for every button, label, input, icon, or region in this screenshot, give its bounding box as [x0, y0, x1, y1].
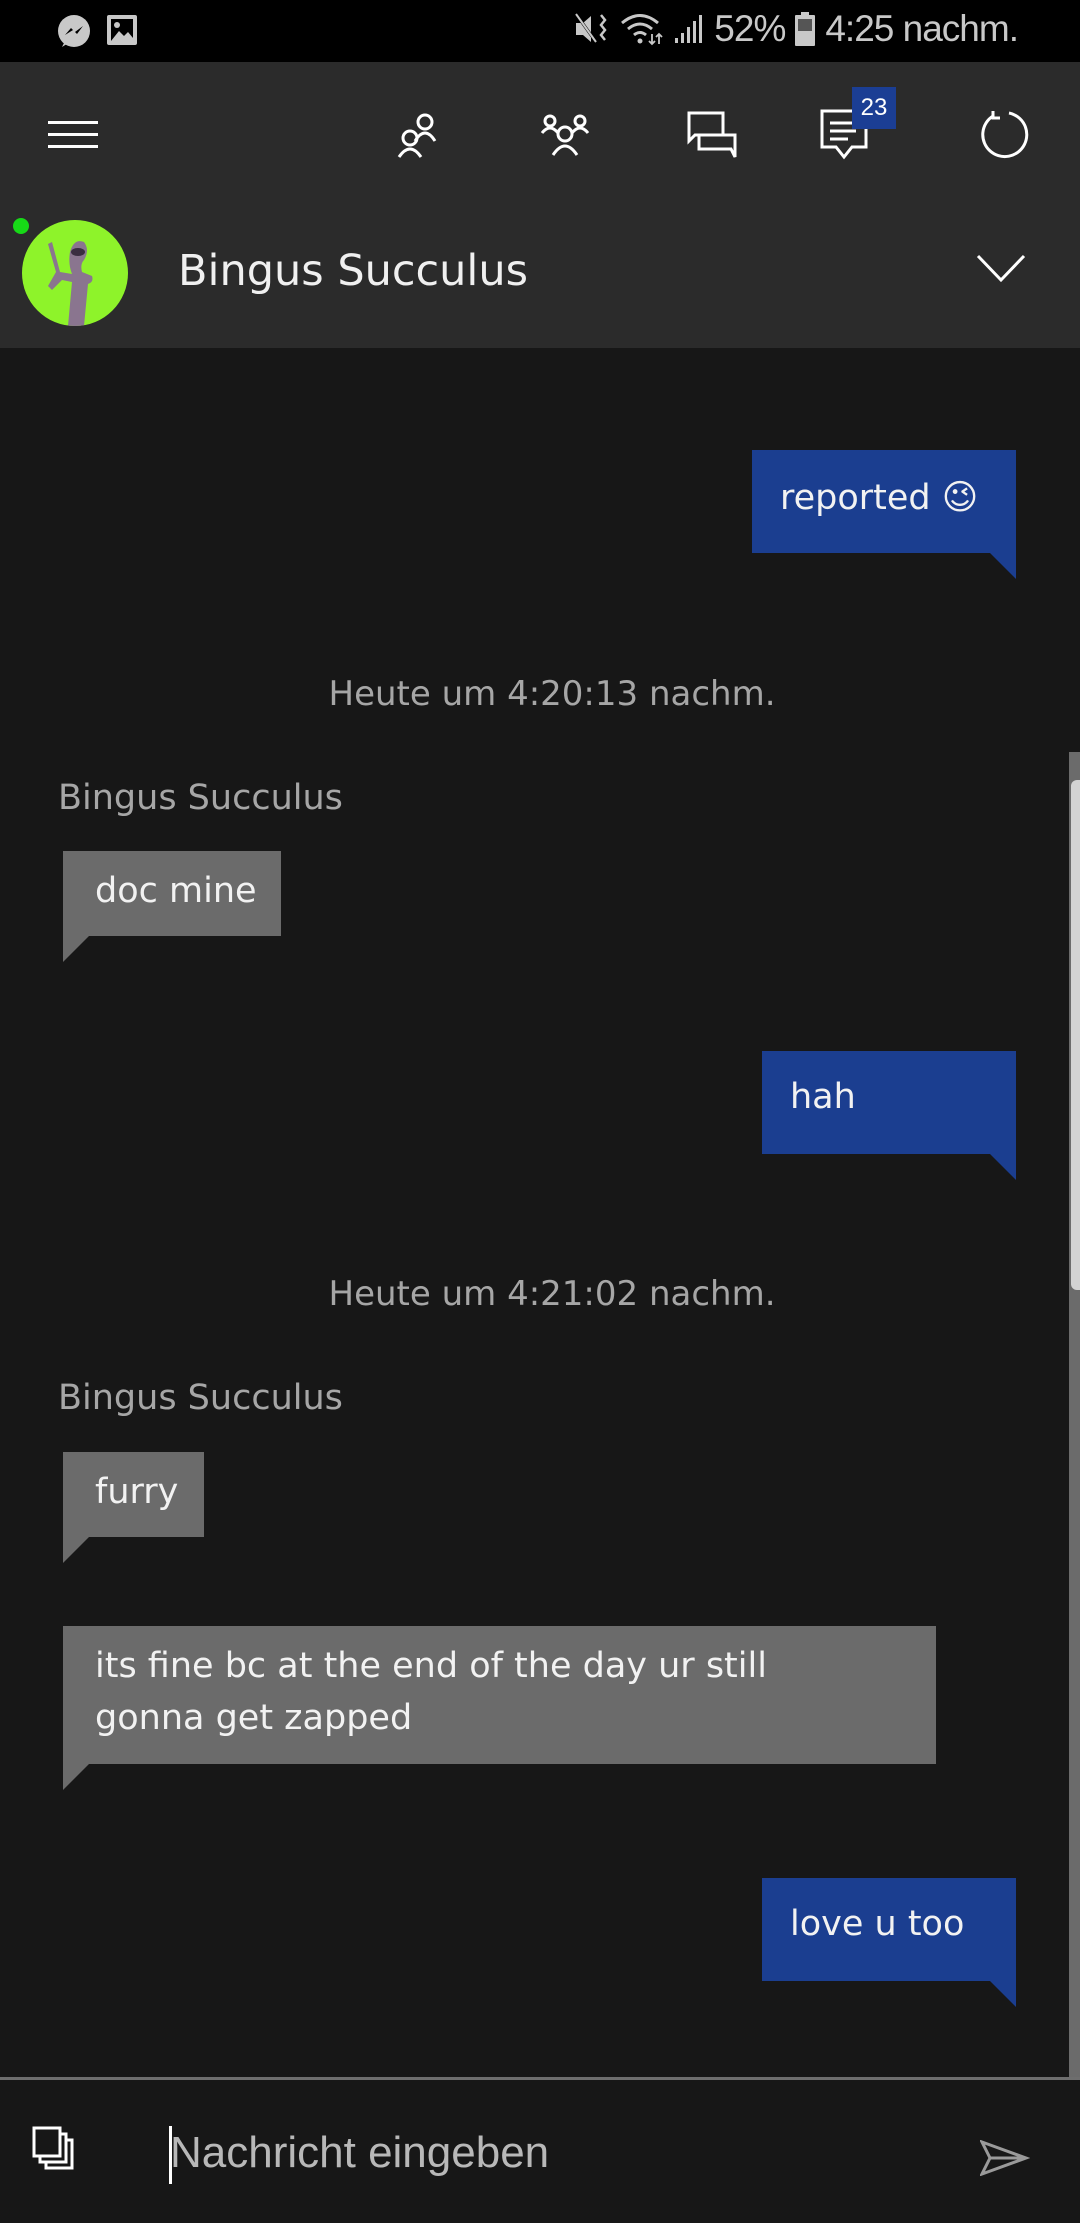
- bubble-tail: [990, 1981, 1016, 2007]
- conversations-icon: [687, 111, 737, 163]
- party-button[interactable]: [520, 92, 610, 182]
- refresh-icon: [979, 109, 1031, 165]
- hamburger-menu-icon: [48, 121, 98, 153]
- friends-icon: [395, 111, 443, 163]
- sender-name: Bingus Succulus: [58, 1378, 343, 1418]
- bubble-tail: [63, 936, 89, 962]
- messenger-icon: [56, 14, 92, 50]
- multiple-pages-icon: [30, 2126, 86, 2176]
- scrollbar-thumb[interactable]: [1071, 780, 1080, 1290]
- message-bubble-sent[interactable]: hah: [762, 1051, 1016, 1154]
- message-bubble-received[interactable]: doc mine: [63, 851, 281, 936]
- battery-percent: 52%: [714, 8, 786, 49]
- battery-icon: [795, 12, 816, 46]
- message-bubble-sent[interactable]: love u too: [762, 1878, 1016, 1981]
- message-bubble-received[interactable]: furry: [63, 1452, 204, 1537]
- conversations-button[interactable]: [667, 92, 757, 182]
- party-icon: [540, 113, 590, 161]
- expand-contact-button[interactable]: [966, 240, 1036, 300]
- message-bubble-received[interactable]: its fine bc at the end of the day ur sti…: [63, 1626, 936, 1764]
- contact-name: Bingus Succulus: [178, 246, 529, 296]
- attach-button[interactable]: [30, 2126, 100, 2186]
- menu-button[interactable]: [28, 92, 118, 182]
- avatar[interactable]: [22, 220, 128, 326]
- bubble-tail: [990, 1154, 1016, 1180]
- message-text: furry: [95, 1472, 179, 1512]
- message-text: doc mine: [95, 871, 257, 911]
- image-icon: [106, 14, 138, 50]
- unread-messages-badge: 23: [852, 87, 896, 129]
- online-status-indicator: [13, 218, 29, 234]
- signal-icon: [674, 14, 704, 44]
- message-input[interactable]: [168, 2116, 972, 2190]
- bubble-tail: [63, 1764, 89, 1790]
- timestamp: Heute um 4:21:02 nachm.: [328, 1274, 776, 1314]
- mute-vibrate-icon: [574, 12, 610, 46]
- message-bubble-sent[interactable]: reported 😉: [752, 450, 1016, 553]
- bubble-tail: [63, 1537, 89, 1563]
- sender-name: Bingus Succulus: [58, 778, 343, 818]
- clock: 4:25 nachm.: [825, 8, 1019, 49]
- friends-button[interactable]: [374, 92, 464, 182]
- timestamp: Heute um 4:20:13 nachm.: [328, 674, 776, 714]
- message-composer: [0, 2077, 1080, 2223]
- refresh-button[interactable]: [960, 92, 1050, 182]
- bubble-tail: [990, 553, 1016, 579]
- wifi-icon: [620, 12, 664, 46]
- message-text: reported 😉: [780, 478, 979, 518]
- chat-thread: [0, 348, 1080, 2078]
- message-text: love u too: [790, 1904, 965, 1944]
- send-button[interactable]: [978, 2139, 1040, 2190]
- status-bar: 52% 4:25 nachm.: [0, 0, 1080, 62]
- send-icon: [978, 2139, 1031, 2180]
- message-text: its fine bc at the end of the day ur sti…: [95, 1646, 767, 1738]
- message-text: hah: [790, 1077, 856, 1117]
